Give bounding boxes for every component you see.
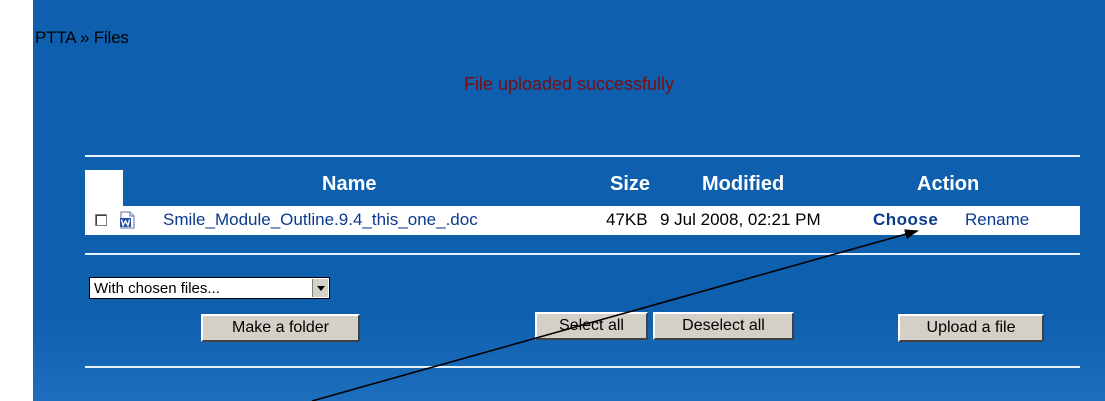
breadcrumb[interactable]: PTTA » Files	[35, 28, 129, 48]
file-checkbox[interactable]	[95, 214, 107, 226]
select-all-button[interactable]: Select all	[535, 312, 648, 340]
divider	[85, 253, 1080, 255]
table-row: Smile_Module_Outline.9.4_this_one_.doc 4…	[85, 206, 1080, 235]
chevron-down-icon[interactable]	[312, 279, 328, 297]
file-name-link[interactable]: Smile_Module_Outline.9.4_this_one_.doc	[163, 210, 478, 230]
files-table: Name Size Modified Action Smile_Module_O…	[85, 170, 1080, 242]
bulk-action-select[interactable]: With chosen files...	[89, 277, 330, 299]
upload-file-button[interactable]: Upload a file	[898, 314, 1044, 342]
bulk-action-value: With chosen files...	[94, 280, 220, 297]
make-folder-button[interactable]: Make a folder	[201, 314, 360, 342]
column-header-size[interactable]: Size	[610, 173, 650, 196]
files-page: PTTA » Files File uploaded successfully …	[33, 0, 1105, 401]
column-header-action: Action	[917, 173, 980, 195]
select-column-header	[85, 170, 123, 206]
upload-status-message: File uploaded successfully	[463, 74, 675, 94]
deselect-all-button[interactable]: Deselect all	[653, 312, 794, 340]
file-size: 47KB	[606, 210, 648, 229]
column-header-name[interactable]: Name	[322, 173, 376, 196]
rename-link[interactable]: Rename	[965, 210, 1029, 230]
divider	[85, 366, 1080, 368]
left-margin	[0, 0, 33, 401]
divider	[85, 155, 1080, 157]
choose-link[interactable]: Choose	[873, 210, 938, 230]
file-modified-date: 9 Jul 2008, 02:21 PM	[660, 210, 821, 229]
word-doc-icon[interactable]	[119, 211, 135, 229]
column-header-modified[interactable]: Modified	[702, 173, 784, 196]
